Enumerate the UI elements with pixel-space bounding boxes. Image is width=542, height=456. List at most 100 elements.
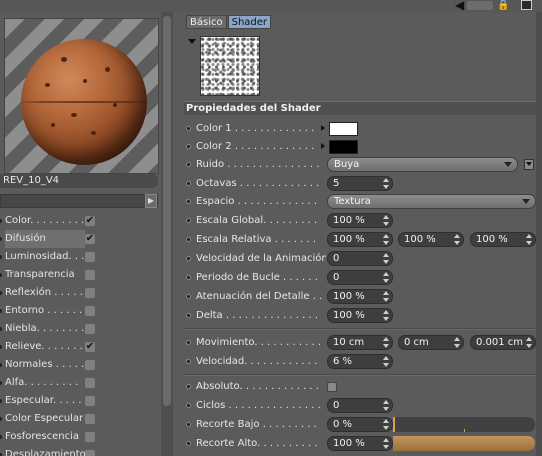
spinner-icon[interactable] [383,178,389,189]
spinner-icon[interactable] [383,337,389,348]
material-preview[interactable] [4,18,159,174]
animation-dot-icon[interactable] [186,441,191,446]
color1-swatch[interactable] [329,122,358,136]
velocidad-input[interactable]: 6 % [327,354,393,369]
channel-item[interactable]: Alfa. . . . . . . . . [0,374,158,392]
animation-dot-icon[interactable] [186,384,191,389]
spinner-icon[interactable] [383,291,389,302]
animation-dot-icon[interactable] [186,162,191,167]
channel-checkbox[interactable] [85,360,95,370]
spinner-icon[interactable] [383,400,389,411]
spinner-icon[interactable] [383,419,389,430]
channel-checkbox[interactable] [85,432,95,442]
espacio-dropdown[interactable]: Textura [327,194,536,209]
absoluto-checkbox[interactable] [327,382,337,392]
left-scrollbar[interactable] [161,12,173,456]
channel-item[interactable]: Desplazamiento [0,446,158,456]
animation-dot-icon[interactable] [186,218,191,223]
recorte-alto-input[interactable]: 100 % [327,436,393,451]
shader-thumbnail[interactable] [200,36,260,96]
ruido-dropdown[interactable]: Buya [327,157,518,172]
channel-checkbox[interactable] [85,396,95,406]
spinner-icon[interactable] [383,356,389,367]
channel-item[interactable]: Fosforescencia [0,428,158,446]
tab-shader[interactable]: Shader [227,15,272,29]
velocidad-animacion-input[interactable]: 0 [327,251,393,266]
lock-icon[interactable]: 🔒 [497,0,509,11]
slider-handle[interactable] [393,417,395,432]
recorte-bajo-input[interactable]: 0 % [327,417,393,432]
noise-preview-button[interactable] [524,159,534,170]
right-scrollbar[interactable] [536,12,542,456]
animation-dot-icon[interactable] [186,144,191,149]
channel-checkbox[interactable] [85,270,95,280]
spinner-icon[interactable] [383,234,389,245]
escala-relativa-y-input[interactable]: 100 % [398,232,464,247]
animation-dot-icon[interactable] [186,181,191,186]
octavas-input[interactable]: 5 [327,176,393,191]
delta-input[interactable]: 100 % [327,308,393,323]
periodo-bucle-input[interactable]: 0 [327,270,393,285]
channel-checkbox[interactable]: ✔ [85,234,95,244]
animation-dot-icon[interactable] [186,237,191,242]
channel-item[interactable]: Transparencia [0,266,158,284]
channel-item[interactable]: Color. . . . . . . . . ✔ [0,212,158,230]
animation-dot-icon[interactable] [186,359,191,364]
spinner-icon[interactable] [454,337,460,348]
channel-checkbox[interactable] [85,252,95,262]
expand-triangle-icon[interactable] [321,125,325,131]
spinner-icon[interactable] [383,272,389,283]
animation-dot-icon[interactable] [186,126,191,131]
animation-dot-icon[interactable] [186,422,191,427]
channel-item[interactable]: Difusión ✔ [0,230,158,248]
escala-relativa-x-input[interactable]: 100 % [327,232,393,247]
channel-checkbox[interactable] [85,324,95,334]
movimiento-x-input[interactable]: 10 cm [327,335,393,350]
recorte-alto-slider[interactable] [393,436,535,451]
animation-dot-icon[interactable] [186,403,191,408]
recorte-bajo-slider[interactable] [393,417,535,432]
channel-item[interactable]: Entorno . . . . . . . [0,302,158,320]
channel-item[interactable]: Normales . . . . . [0,356,158,374]
animation-dot-icon[interactable] [186,256,191,261]
arrow-left-icon[interactable]: ◀ [455,0,464,11]
channel-item[interactable]: Color Especular [0,410,158,428]
channel-navbar[interactable]: ▶ [0,194,158,208]
grid-icon[interactable] [521,0,532,10]
collapse-triangle-icon[interactable] [188,39,196,44]
channel-item[interactable]: Especular. . . . . [0,392,158,410]
color2-swatch[interactable] [329,140,358,154]
atenuacion-input[interactable]: 100 % [327,289,393,304]
spinner-icon[interactable] [383,253,389,264]
escala-relativa-z-input[interactable]: 100 % [470,232,536,247]
channel-item[interactable]: Niebla. . . . . . . . [0,320,158,338]
spinner-icon[interactable] [383,310,389,321]
spinner-icon[interactable] [383,438,389,449]
animation-dot-icon[interactable] [186,313,191,318]
spinner-icon[interactable] [526,337,532,348]
channel-checkbox[interactable] [85,306,95,316]
animation-dot-icon[interactable] [186,199,191,204]
navigation-slider[interactable] [467,1,493,10]
animation-dot-icon[interactable] [186,340,191,345]
channel-item[interactable]: Relieve. . . . . . . ✔ [0,338,158,356]
expand-triangle-icon[interactable] [321,143,325,149]
arrow-right-icon[interactable]: ▶ [145,194,157,208]
channel-item[interactable]: Luminosidad. . . [0,248,158,266]
spinner-icon[interactable] [454,234,460,245]
material-name[interactable]: REV_10_V4 [0,174,158,188]
animation-dot-icon[interactable] [186,275,191,280]
movimiento-z-input[interactable]: 0.001 cm [470,335,536,350]
channel-item[interactable]: Reflexión . . . . . . [0,284,158,302]
channel-checkbox[interactable] [85,450,95,456]
channel-checkbox[interactable] [85,414,95,424]
escala-global-input[interactable]: 100 % [327,213,393,228]
spinner-icon[interactable] [383,215,389,226]
channel-checkbox[interactable]: ✔ [85,216,95,226]
scrollbar-thumb[interactable] [163,16,171,406]
channel-checkbox[interactable] [85,288,95,298]
animation-dot-icon[interactable] [186,294,191,299]
channel-checkbox[interactable] [85,378,95,388]
tab-basico[interactable]: Básico [186,15,227,29]
channel-checkbox[interactable]: ✔ [85,342,95,352]
